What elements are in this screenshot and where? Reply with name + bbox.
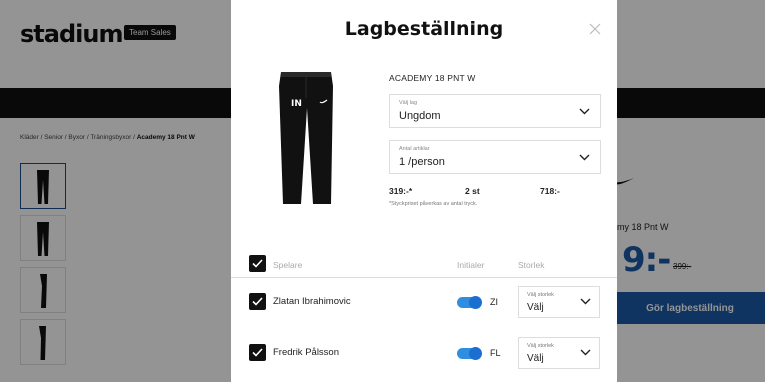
size-select-value: Välj (527, 302, 544, 313)
article-count-label: Antal artiklar (399, 146, 430, 152)
article-count-value: 1 /person (399, 156, 445, 168)
size-select[interactable]: Välj storlek Välj (518, 286, 600, 318)
initials-toggle[interactable] (457, 296, 482, 309)
header-size: Storlek (518, 260, 545, 270)
product-name: ACADEMY 18 PNT W (389, 73, 476, 83)
price-note: *Styckpriset påverkas av antal tryck. (389, 201, 478, 207)
team-select-value: Ungdom (399, 110, 441, 122)
order-quantity: 2 st (465, 186, 480, 196)
product-image: IN (279, 72, 333, 204)
player-initials: FL (490, 348, 501, 358)
article-count-select[interactable]: Antal artiklar 1 /person (389, 140, 601, 174)
toggle-knob (469, 296, 482, 309)
player-list-header: Spelare Initialer Storlek (231, 252, 617, 278)
player-name: Zlatan Ibrahimovic (273, 296, 351, 307)
modal-title: Lagbeställning (344, 18, 504, 40)
toggle-knob (469, 347, 482, 360)
player-checkbox[interactable] (249, 293, 266, 310)
header-player: Spelare (273, 260, 303, 270)
order-total: 718:- (540, 186, 560, 196)
player-initials: ZI (490, 297, 498, 307)
close-icon[interactable] (587, 21, 603, 37)
team-select-label: Välj lag (399, 100, 418, 106)
size-select-label: Välj storlek (527, 343, 554, 349)
chevron-down-icon (580, 349, 591, 356)
chevron-down-icon (579, 108, 590, 115)
chevron-down-icon (579, 154, 590, 161)
checkmark-icon (252, 259, 263, 268)
chevron-down-icon (580, 298, 591, 305)
player-name: Fredrik Pålsson (273, 347, 339, 358)
player-row: Fredrik Pålsson FL Välj storlek Välj (231, 337, 617, 382)
header-initials: Initialer (457, 260, 485, 270)
size-select[interactable]: Välj storlek Välj (518, 337, 600, 369)
player-checkbox[interactable] (249, 344, 266, 361)
checkmark-icon (252, 348, 263, 357)
checkmark-icon (252, 297, 263, 306)
select-all-checkbox[interactable] (249, 255, 266, 272)
size-select-label: Välj storlek (527, 292, 554, 298)
svg-text:IN: IN (291, 99, 302, 109)
team-order-modal: Lagbeställning IN ACADEMY 18 PNT W Välj … (231, 0, 617, 382)
size-select-value: Välj (527, 353, 544, 364)
player-row: Zlatan Ibrahimovic ZI Välj storlek Välj (231, 285, 617, 331)
team-select[interactable]: Välj lag Ungdom (389, 94, 601, 128)
unit-price: 319:-* (389, 186, 413, 196)
initials-toggle[interactable] (457, 347, 482, 360)
